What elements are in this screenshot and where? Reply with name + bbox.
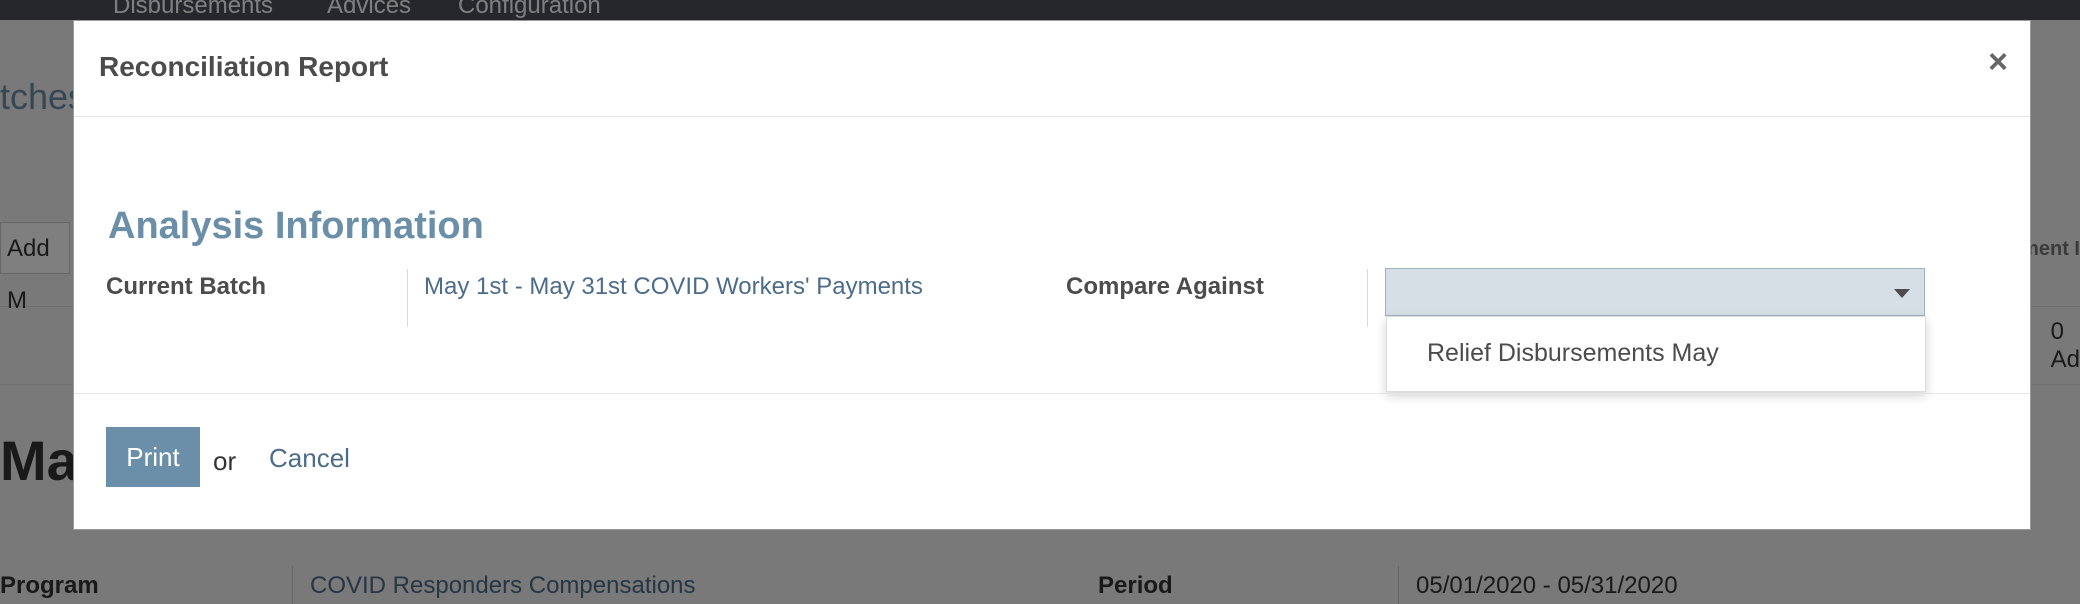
close-icon[interactable]: ×: [1988, 45, 2008, 79]
compare-against-select[interactable]: [1385, 268, 1925, 316]
section-title: Analysis Information: [108, 205, 484, 247]
compare-against-dropdown: Relief Disbursements May: [1386, 316, 1926, 392]
current-batch-link[interactable]: May 1st - May 31st COVID Workers' Paymen…: [424, 273, 923, 301]
field-separator: [1367, 269, 1368, 327]
reconciliation-report-dialog: Reconciliation Report × Analysis Informa…: [73, 20, 2031, 530]
field-separator: [407, 269, 408, 327]
dropdown-option-relief-disbursements-may[interactable]: Relief Disbursements May: [1387, 317, 1925, 391]
compare-against-label: Compare Against: [1066, 273, 1264, 300]
print-button[interactable]: Print: [106, 427, 200, 487]
modal-footer: Print or Cancel: [74, 393, 2030, 531]
cancel-button[interactable]: Cancel: [269, 443, 350, 474]
modal-title: Reconciliation Report: [99, 51, 389, 82]
modal-header: Reconciliation Report ×: [74, 21, 2030, 117]
current-batch-label: Current Batch: [106, 273, 267, 300]
or-text: or: [213, 446, 237, 476]
caret-down-icon: [1894, 289, 1910, 298]
